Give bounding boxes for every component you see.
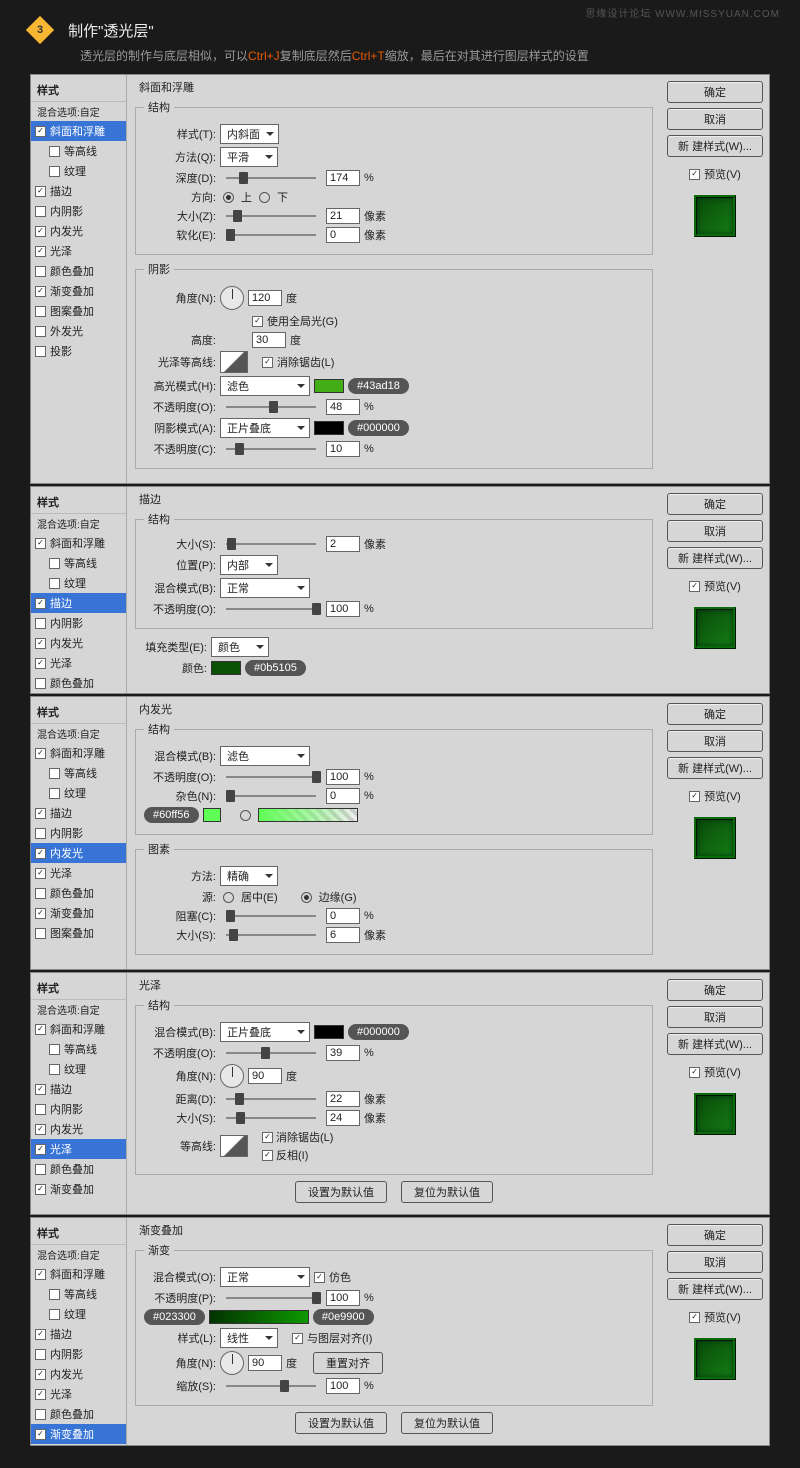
angle-dial[interactable]: [220, 286, 244, 310]
sb-bevel[interactable]: 斜面和浮雕: [31, 121, 126, 141]
ok-button[interactable]: 确定: [667, 81, 763, 103]
style-sidebar: 样式 混合选项:自定 斜面和浮雕 等高线 纹理 描边 内阴影 内发光 光泽 颜色…: [31, 75, 127, 483]
preview-swatch: [694, 195, 736, 237]
header: 思缘设计论坛 WWW.MISSYUAN.COM 3 制作"透光层" 透光层的制作…: [0, 0, 800, 74]
sb-contour[interactable]: 等高线: [31, 141, 126, 161]
gloss-contour[interactable]: [220, 351, 248, 373]
dir-up-radio[interactable]: [223, 192, 234, 203]
sb-satin[interactable]: 光泽: [31, 1139, 126, 1159]
bevel-style-select[interactable]: 内斜面: [220, 124, 279, 144]
reset-align-button[interactable]: 重置对齐: [313, 1352, 383, 1374]
new-style-button[interactable]: 新 建样式(W)...: [667, 135, 763, 157]
sb-gradient[interactable]: 渐变叠加: [31, 1424, 126, 1444]
sb-stroke[interactable]: 描边: [31, 181, 126, 201]
panel-innerglow: 样式 混合选项:自定 斜面和浮雕 等高线 纹理 描边 内阴影 内发光 光泽 颜色…: [30, 696, 770, 970]
sb-stroke[interactable]: 描边: [31, 593, 126, 613]
watermark: 思缘设计论坛 WWW.MISSYUAN.COM: [585, 5, 780, 20]
gradient-picker[interactable]: [209, 1310, 309, 1324]
sb-innerglow[interactable]: 内发光: [31, 843, 126, 863]
sb-texture[interactable]: 纹理: [31, 161, 126, 181]
cancel-button[interactable]: 取消: [667, 108, 763, 130]
panel-satin: 样式 混合选项:自定 斜面和浮雕 等高线 纹理 描边 内阴影 内发光 光泽 颜色…: [30, 972, 770, 1215]
set-default-button[interactable]: 设置为默认值: [295, 1181, 387, 1203]
reset-default-button[interactable]: 复位为默认值: [401, 1181, 493, 1203]
panel-stroke: 样式 混合选项:自定 斜面和浮雕 等高线 纹理 描边 内阴影 内发光 光泽 颜色…: [30, 486, 770, 694]
step-badge: 3: [26, 16, 54, 44]
color-tag: #43ad18: [348, 378, 409, 394]
step-title: 制作"透光层": [68, 23, 154, 40]
stroke-color-swatch[interactable]: [211, 661, 241, 675]
highlight-color-swatch[interactable]: [314, 379, 344, 393]
panel-bevel: 样式 混合选项:自定 斜面和浮雕 等高线 纹理 描边 内阴影 内发光 光泽 颜色…: [30, 74, 770, 484]
panel-gradient: 样式 混合选项:自定 斜面和浮雕 等高线 纹理 描边 内阴影 内发光 光泽 颜色…: [30, 1217, 770, 1446]
step-subtitle: 透光层的制作与底层相似，可以Ctrl+J复制底层然后Ctrl+T缩放，最后在对其…: [80, 47, 770, 64]
